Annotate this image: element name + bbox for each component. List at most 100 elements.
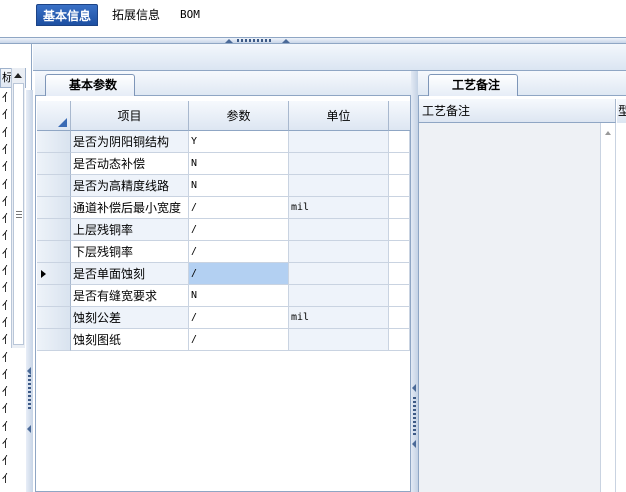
cell-param[interactable]: Y [189,131,289,153]
left-panel-row[interactable]: 亻 [2,144,12,156]
scroll-up-arrow-icon[interactable] [14,73,22,78]
left-panel-scrollbar[interactable] [11,68,25,348]
cell-unit[interactable] [289,329,389,351]
cell-item[interactable]: 下层残铜率 [71,241,189,263]
top-splitter[interactable] [0,37,626,44]
row-header[interactable] [37,263,71,285]
column-header-type-partial[interactable]: 型 [617,99,626,123]
cell-unit[interactable] [289,219,389,241]
cell-param[interactable]: / [189,263,289,285]
tab-basic-info[interactable]: 基本信息 [36,4,99,26]
left-panel-row[interactable]: 亻 [2,92,12,104]
column-header-unit[interactable]: 单位 [289,101,389,131]
left-panel-row[interactable]: 亻 [2,265,12,277]
table-row[interactable]: 是否单面蚀刻 / [37,263,410,285]
cell-param[interactable]: / [189,219,289,241]
left-panel-row[interactable]: 亻 [2,300,12,312]
table-row[interactable]: 是否为阴阳铜结构 Y [37,131,410,153]
cell-item[interactable]: 蚀刻公差 [71,307,189,329]
left-panel-row[interactable]: 亻 [2,317,12,329]
table-row[interactable]: 下层残铜率 / [37,241,410,263]
collapse-middle-icon-2[interactable] [412,440,416,448]
left-panel-row[interactable]: 亻 [2,282,12,294]
table-row[interactable]: 是否动态补偿 N [37,153,410,175]
cell-item[interactable]: 蚀刻图纸 [71,329,189,351]
tab-bom[interactable]: BOM [174,4,206,26]
left-panel-row[interactable]: 亻 [2,352,12,364]
tab-basic-params[interactable]: 基本参数 [45,74,135,96]
cell-unit[interactable] [289,131,389,153]
left-panel-row[interactable]: 亻 [2,213,12,225]
cell-extra[interactable] [389,241,410,263]
left-panel-row[interactable]: 亻 [2,421,12,433]
table-row[interactable]: 上层残铜率 / [37,219,410,241]
collapse-left-icon[interactable] [27,367,31,375]
left-panel-row[interactable]: 亻 [2,455,12,467]
collapse-middle-icon[interactable] [412,384,416,392]
cell-extra[interactable] [389,263,410,285]
row-header[interactable] [37,175,71,197]
left-panel-row[interactable]: 亻 [2,248,12,260]
left-scroll-thumb[interactable] [13,83,24,345]
column-header-item[interactable]: 项目 [71,101,189,131]
row-header[interactable] [37,285,71,307]
cell-param[interactable]: / [189,241,289,263]
row-header[interactable] [37,329,71,351]
cell-extra[interactable] [389,329,410,351]
cell-item[interactable]: 通道补偿后最小宽度 [71,197,189,219]
row-header[interactable] [37,131,71,153]
process-notes-cell[interactable] [419,123,601,492]
left-panel-row[interactable]: 亻 [2,109,12,121]
collapse-up-icon[interactable] [225,39,233,43]
cell-extra[interactable] [389,175,410,197]
cell-unit[interactable] [289,263,389,285]
cell-unit[interactable] [289,241,389,263]
cell-extra[interactable] [389,153,410,175]
cell-extra[interactable] [389,131,410,153]
cell-unit[interactable] [289,175,389,197]
table-row[interactable]: 通道补偿后最小宽度 / mil [37,197,410,219]
cell-item[interactable]: 是否单面蚀刻 [71,263,189,285]
cell-extra[interactable] [389,307,410,329]
left-panel-row[interactable]: 亻 [2,196,12,208]
cell-item[interactable]: 是否为阴阳铜结构 [71,131,189,153]
left-splitter-grip[interactable] [28,375,31,411]
table-row[interactable]: 蚀刻公差 / mil [37,307,410,329]
column-header-param[interactable]: 参数 [189,101,289,131]
row-header[interactable] [37,197,71,219]
tab-extended-info[interactable]: 拓展信息 [106,4,166,26]
cell-unit[interactable]: mil [289,197,389,219]
cell-extra[interactable] [389,285,410,307]
cell-unit[interactable] [289,153,389,175]
process-notes-scrollbar[interactable] [601,123,616,492]
column-header-process-notes[interactable]: 工艺备注 [419,99,616,123]
cell-item[interactable]: 是否动态补偿 [71,153,189,175]
collapse-up-icon-2[interactable] [282,39,290,43]
left-panel-row[interactable]: 亻 [2,386,12,398]
cell-extra[interactable] [389,219,410,241]
cell-param[interactable]: N [189,175,289,197]
grid-corner[interactable] [37,101,71,131]
cell-param[interactable]: / [189,329,289,351]
cell-unit[interactable]: mil [289,307,389,329]
left-panel-row[interactable]: 亻 [2,369,12,381]
cell-param[interactable]: N [189,153,289,175]
middle-splitter-grip[interactable] [413,397,416,437]
left-panel-row[interactable]: 亻 [2,403,12,415]
top-splitter-grip[interactable] [237,39,273,42]
row-header[interactable] [37,307,71,329]
left-panel-row[interactable]: 亻 [2,161,12,173]
cell-param[interactable]: N [189,285,289,307]
table-row[interactable]: 是否为高精度线路 N [37,175,410,197]
cell-item[interactable]: 是否有缝宽要求 [71,285,189,307]
table-row[interactable]: 是否有缝宽要求 N [37,285,410,307]
scroll-up-arrow-icon[interactable] [605,131,611,135]
cell-unit[interactable] [289,285,389,307]
cell-param[interactable]: / [189,307,289,329]
left-panel-row[interactable]: 亻 [2,473,12,485]
left-panel-row[interactable]: 亻 [2,127,12,139]
cell-param[interactable]: / [189,197,289,219]
left-panel-row[interactable]: 亻 [2,179,12,191]
left-panel-row[interactable]: 亻 [2,230,12,242]
collapse-left-icon-2[interactable] [27,425,31,433]
